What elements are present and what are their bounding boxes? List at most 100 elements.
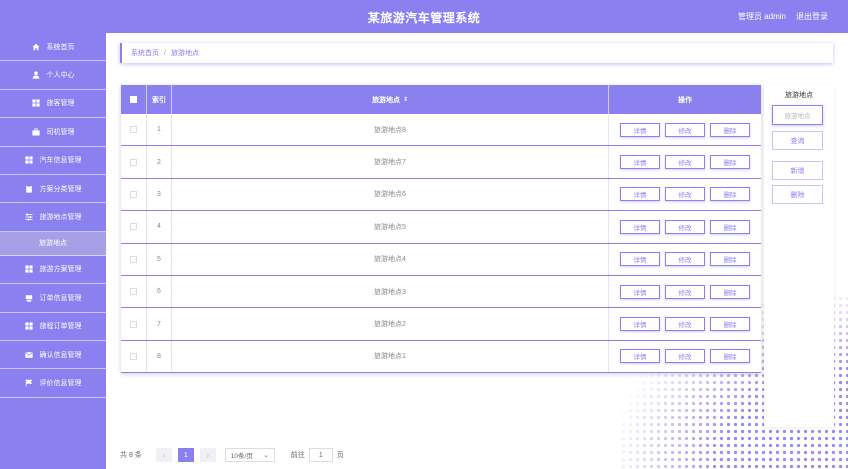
- row-name: 旅游地点7: [172, 146, 609, 178]
- delete-button[interactable]: 删除: [710, 317, 750, 332]
- page-size-value: 10条/页: [230, 453, 253, 460]
- row-actions: 详情 修改 删除: [609, 244, 761, 275]
- edit-button[interactable]: 修改: [665, 155, 705, 170]
- row-name: 旅游地点5: [172, 211, 609, 243]
- app-title: 某旅游汽车管理系统: [367, 11, 481, 25]
- row-name: 旅游地点6: [172, 178, 609, 211]
- detail-button[interactable]: 详情: [620, 284, 660, 299]
- checkbox-icon[interactable]: [130, 223, 137, 231]
- row-index: 5: [147, 243, 172, 275]
- delete-button[interactable]: 删除: [710, 187, 750, 202]
- header-select-all[interactable]: [121, 85, 147, 114]
- table-header: 索引 旅游地点 ⇕ 操作: [121, 85, 761, 114]
- delete-button[interactable]: 删除: [710, 252, 750, 267]
- breadcrumb-home[interactable]: 系统首页: [131, 48, 159, 58]
- row-select[interactable]: [121, 243, 147, 275]
- detail-button[interactable]: 详情: [620, 252, 660, 267]
- sidebar-subitem-7[interactable]: 旅游地点: [0, 231, 106, 256]
- sidebar-item-12[interactable]: 评价信息管理: [0, 369, 106, 398]
- edit-button[interactable]: 修改: [665, 317, 705, 332]
- row-select[interactable]: [121, 146, 147, 178]
- grid-icon: [25, 156, 34, 165]
- edit-button[interactable]: 修改: [665, 187, 705, 202]
- column-header-name-label: 旅游地点: [371, 96, 400, 104]
- batch-delete-button[interactable]: 删除: [772, 185, 823, 204]
- edit-button[interactable]: 修改: [665, 219, 705, 234]
- home-icon: [32, 42, 41, 51]
- add-button[interactable]: 新增: [772, 161, 823, 180]
- detail-button[interactable]: 详情: [620, 317, 660, 332]
- mail-icon: [25, 350, 34, 359]
- checkbox-icon[interactable]: [130, 352, 137, 360]
- row-actions: 详情 修改 删除: [609, 341, 761, 372]
- edit-button[interactable]: 修改: [665, 252, 705, 267]
- checkbox-icon[interactable]: [130, 255, 137, 263]
- row-select[interactable]: [121, 276, 147, 308]
- sidebar-item-9[interactable]: 订单信息管理: [0, 284, 106, 313]
- next-page-button[interactable]: ›: [199, 448, 216, 462]
- sidebar-item-label: 订单信息管理: [39, 294, 82, 302]
- sort-icon[interactable]: ⇕: [403, 96, 408, 103]
- sidebar-item-label: 评价信息管理: [39, 379, 82, 387]
- checkbox-icon[interactable]: [130, 126, 137, 134]
- delete-button[interactable]: 删除: [710, 349, 750, 364]
- detail-button[interactable]: 详情: [620, 122, 660, 137]
- page-button-1[interactable]: 1: [177, 448, 194, 462]
- current-user: 管理员 admin: [737, 12, 786, 21]
- sidebar-item-4[interactable]: 汽车信息管理: [0, 147, 106, 175]
- sidebar: 系统首页个人中心旅客管理司机管理汽车信息管理方案分类管理 旅游地点管理旅游地点旅游…: [0, 33, 106, 469]
- checkbox-icon[interactable]: [130, 158, 137, 166]
- search-input[interactable]: 旅游地点: [772, 105, 823, 125]
- sidebar-item-3[interactable]: 司机管理: [0, 118, 106, 147]
- row-actions: 详情 修改 删除: [609, 146, 761, 177]
- detail-button[interactable]: 详情: [620, 155, 660, 170]
- row-select[interactable]: [121, 340, 147, 373]
- page-size-select[interactable]: 10条/页 ⌄: [224, 448, 275, 462]
- logout-link[interactable]: 退出登录: [796, 11, 828, 22]
- search-panel: 旅游地点 旅游地点 查询 新增 删除: [764, 85, 834, 427]
- checkbox-icon[interactable]: [130, 190, 137, 198]
- column-header-name[interactable]: 旅游地点 ⇕: [172, 85, 609, 114]
- edit-button[interactable]: 修改: [665, 284, 705, 299]
- checkbox-icon[interactable]: [130, 96, 137, 103]
- query-button[interactable]: 查询: [772, 131, 823, 150]
- column-header-index: 索引: [147, 85, 172, 114]
- row-select[interactable]: [121, 308, 147, 340]
- checkbox-icon[interactable]: [130, 288, 137, 296]
- row-actions: 详情 修改 删除: [609, 276, 761, 307]
- sidebar-item-label: 旅程订单管理: [39, 323, 82, 331]
- prev-page-button[interactable]: ‹: [155, 448, 172, 462]
- sidebar-item-label: 旅游地点: [39, 240, 67, 248]
- edit-button[interactable]: 修改: [665, 122, 705, 137]
- table-row: 8 旅游地点1 详情 修改 删除: [121, 340, 761, 374]
- sidebar-item-label: 旅客管理: [46, 100, 75, 108]
- sidebar-item-label: 系统首页: [46, 43, 75, 51]
- detail-button[interactable]: 详情: [620, 219, 660, 234]
- checkbox-icon[interactable]: [130, 320, 137, 328]
- goto-page-input[interactable]: 1: [308, 448, 333, 462]
- sidebar-item-label: 确认信息管理: [39, 351, 82, 359]
- sidebar-item-10[interactable]: 旅程订单管理: [0, 313, 106, 341]
- row-select[interactable]: [121, 178, 147, 211]
- table-row: 1 旅游地点8 详情 修改 删除: [121, 114, 761, 147]
- detail-button[interactable]: 详情: [620, 187, 660, 202]
- pagination: 共 8 条 ‹ 1 › 10条/页 ⌄ 前往 1 页: [120, 447, 344, 463]
- delete-button[interactable]: 删除: [710, 219, 750, 234]
- sidebar-item-1[interactable]: 个人中心: [0, 61, 106, 90]
- detail-button[interactable]: 详情: [620, 349, 660, 364]
- user-icon: [32, 71, 41, 80]
- breadcrumb: 系统首页 / 旅游地点: [120, 43, 833, 63]
- sidebar-item-5[interactable]: 方案分类管理: [0, 175, 106, 204]
- delete-button[interactable]: 删除: [710, 155, 750, 170]
- sidebar-item-label: 汽车信息管理: [39, 157, 82, 165]
- row-select[interactable]: [121, 114, 147, 146]
- sidebar-item-6[interactable]: 旅游地点管理: [0, 203, 106, 232]
- edit-button[interactable]: 修改: [665, 349, 705, 364]
- sidebar-item-11[interactable]: 确认信息管理: [0, 341, 106, 370]
- delete-button[interactable]: 删除: [710, 122, 750, 137]
- row-select[interactable]: [121, 211, 147, 243]
- sidebar-item-8[interactable]: 旅游方案管理: [0, 256, 106, 285]
- sidebar-item-0[interactable]: 系统首页: [0, 33, 106, 62]
- sidebar-item-2[interactable]: 旅客管理: [0, 90, 106, 119]
- delete-button[interactable]: 删除: [710, 284, 750, 299]
